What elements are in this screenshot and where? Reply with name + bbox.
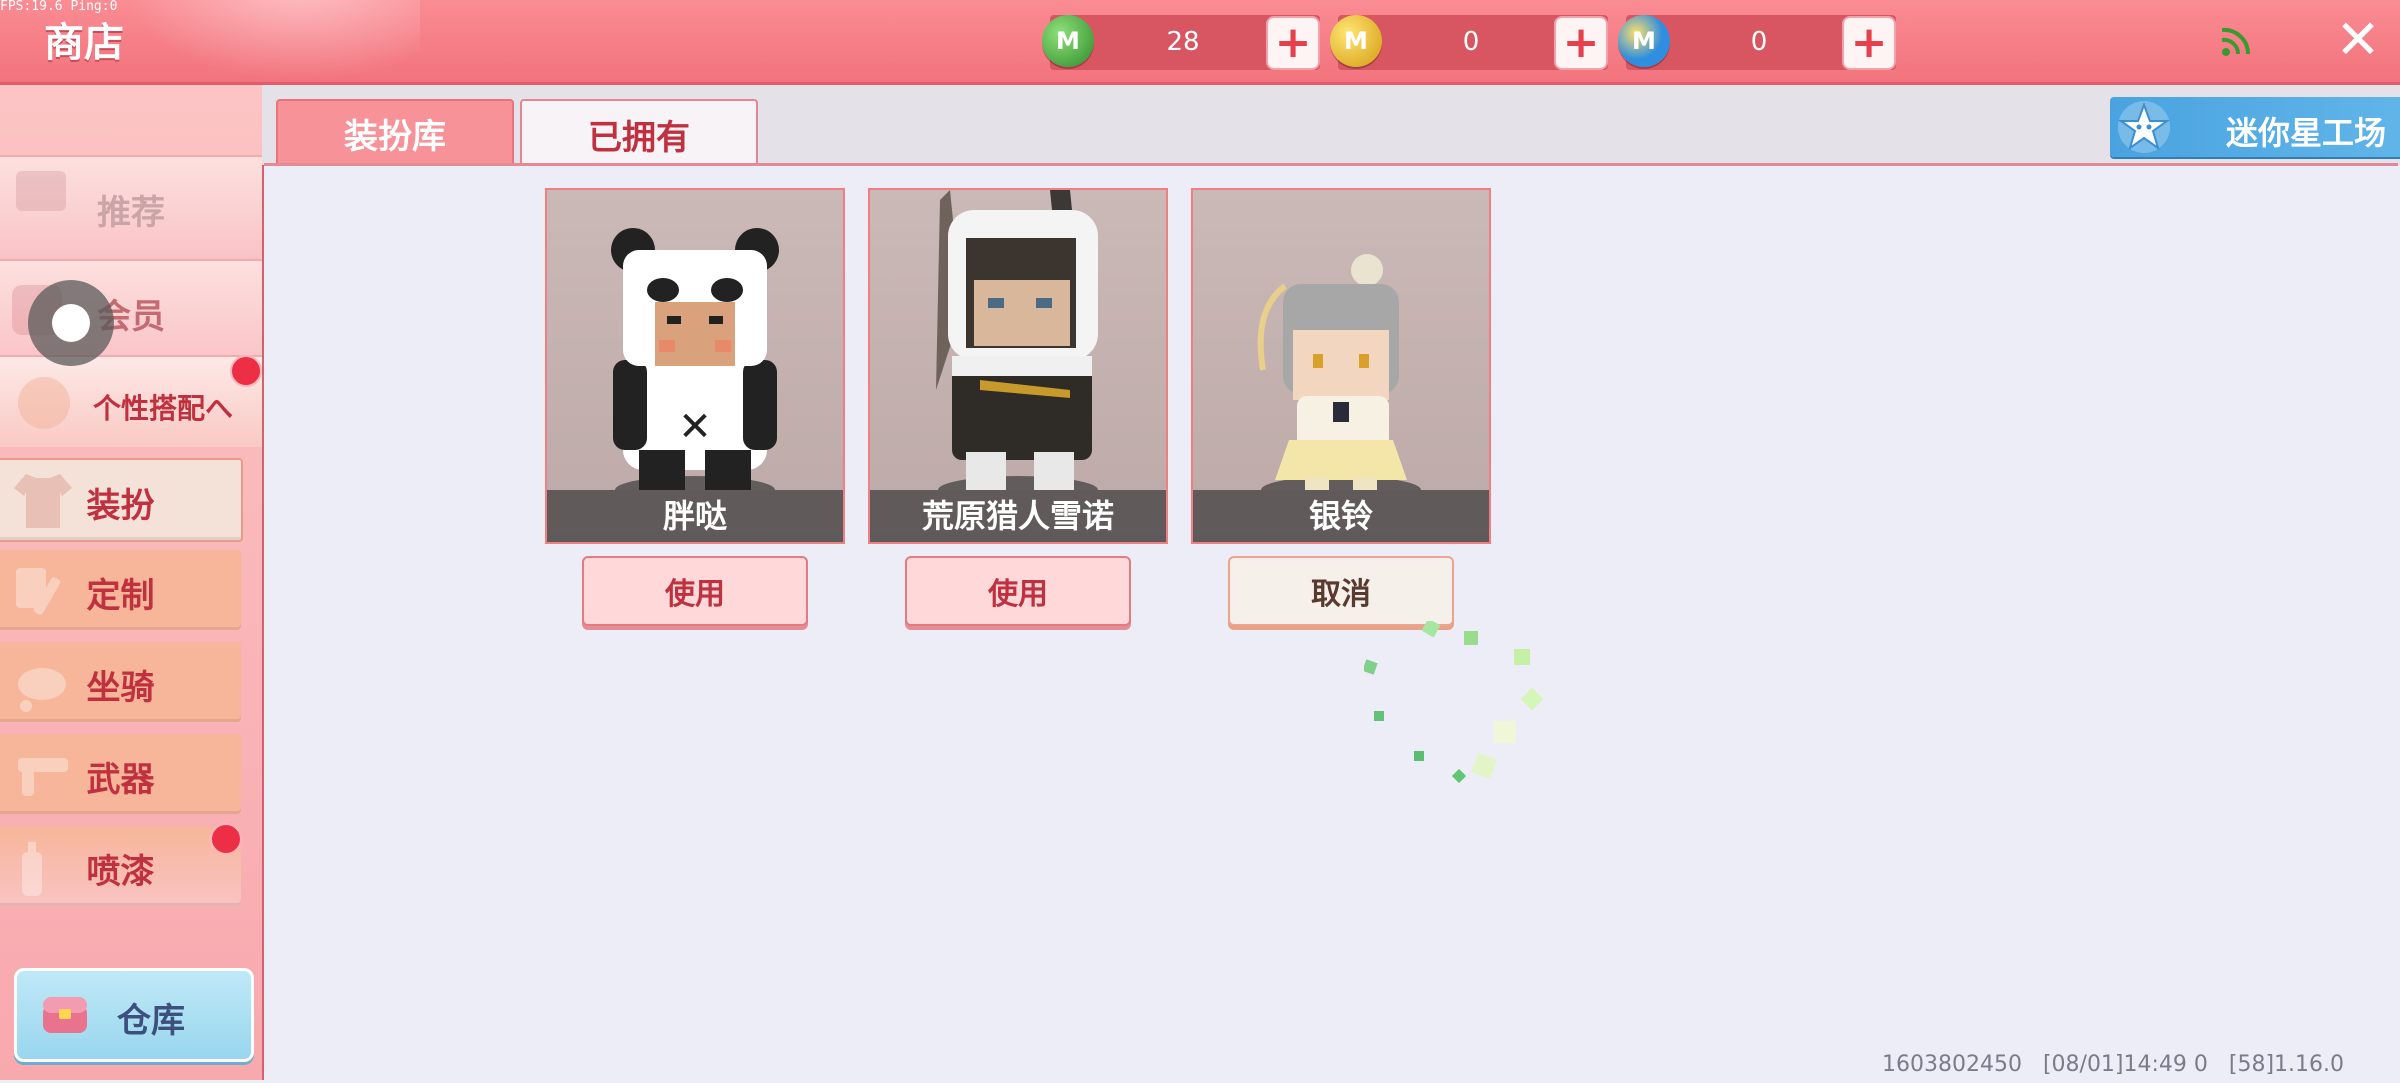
plus-icon: + [1562,17,1600,68]
mini-studio-label: 迷你星工场 [2225,114,2386,152]
item-card-hunter[interactable]: 荒原猎人雪诺 [868,188,1168,544]
notification-dot [210,823,242,855]
tab-bar: 装扮库 已拥有 迷你星工场 [262,85,2400,167]
close-button[interactable]: ✕ [2330,12,2386,68]
tab-outfit-library[interactable]: 装扮库 [276,99,514,167]
fps-readout: FPS:19.6 Ping:0 [0,0,118,14]
sidebar-item-label: 武器 [86,760,155,800]
sidebar-item-label: 个性搭配へ [92,392,233,425]
panda-character-image: ✕ [611,228,779,490]
sidebar-item-recommend[interactable]: 推荐 [0,155,262,257]
sidebar-item-outfit-group[interactable]: 个性搭配へ [0,355,262,447]
header-decoration [120,0,420,82]
item-card-silver-bell[interactable]: 银铃 [1191,188,1491,544]
plus-icon: + [1850,17,1888,68]
sidebar-item-dressup[interactable]: 装扮 [0,458,243,542]
signal-icon [2221,27,2251,56]
currency-amount: 0 [1462,27,1480,57]
hunter-character-image [936,190,1098,490]
build-info: 1603802450 [08/01]14:49 0 [58]1.16.0 [1882,1052,2345,1077]
add-mini-coin-button[interactable]: + [1554,16,1608,70]
tab-owned[interactable]: 已拥有 [520,99,758,167]
owned-items-panel: ✕ 胖哒 使用 荒原猎人雪诺 使用 银铃 取消 [264,163,2398,1083]
use-button[interactable]: 使用 [582,556,808,626]
use-button[interactable]: 使用 [905,556,1131,626]
sidebar-item-weapon[interactable]: 武器 [0,734,241,814]
blue-m-coin-icon: M [1618,15,1670,67]
item-card-panda[interactable]: ✕ 胖哒 [545,188,845,544]
sidebar-item-mount[interactable]: 坐骑 [0,642,241,722]
currency-amount: 28 [1166,27,1200,57]
currency-mini-bean: M 28 + [1042,15,1320,70]
add-mini-bean-button[interactable]: + [1266,16,1320,70]
gold-m-coin-icon: M [1330,15,1382,67]
item-name: 荒原猎人雪诺 [870,490,1166,542]
sidebar-item-label: 推荐 [97,193,165,233]
sidebar-item-label: 喷漆 [86,852,155,892]
currency-star-coin: M 0 + [1618,15,1896,70]
sidebar: 推荐 会员 个性搭配へ 装扮 定制 坐骑 武器 喷漆 仓库 [0,85,265,1080]
item-name: 银铃 [1193,490,1489,542]
plus-icon: + [1274,17,1312,68]
mini-studio-button[interactable]: 迷你星工场 [2110,97,2400,157]
warehouse-label: 仓库 [117,1001,185,1041]
sidebar-item-label: 坐骑 [86,668,155,708]
notification-dot [230,355,262,387]
green-m-coin-icon: M [1042,15,1094,67]
sidebar-item-label: 装扮 [86,486,155,526]
silver-bell-character-image [1257,254,1421,490]
floating-ball-button[interactable] [28,280,114,366]
chest-icon [43,997,87,1033]
cancel-button[interactable]: 取消 [1228,556,1454,626]
sidebar-item-custom[interactable]: 定制 [0,550,241,630]
sparkle-effect [1364,621,1544,784]
star-icon [2117,101,2171,153]
warehouse-button[interactable]: 仓库 [14,968,254,1062]
page-title: 商店 [44,20,124,66]
currency-mini-coin: M 0 + [1330,15,1608,70]
top-bar: 商店 M 28 + M 0 + M 0 + ✕ [0,0,2400,85]
sidebar-item-spray[interactable]: 喷漆 [0,826,241,906]
add-star-coin-button[interactable]: + [1842,16,1896,70]
sidebar-item-label: 定制 [86,576,155,616]
currency-amount: 0 [1750,27,1768,57]
item-name: 胖哒 [547,490,843,542]
svg-text:✕: ✕ [678,404,712,450]
